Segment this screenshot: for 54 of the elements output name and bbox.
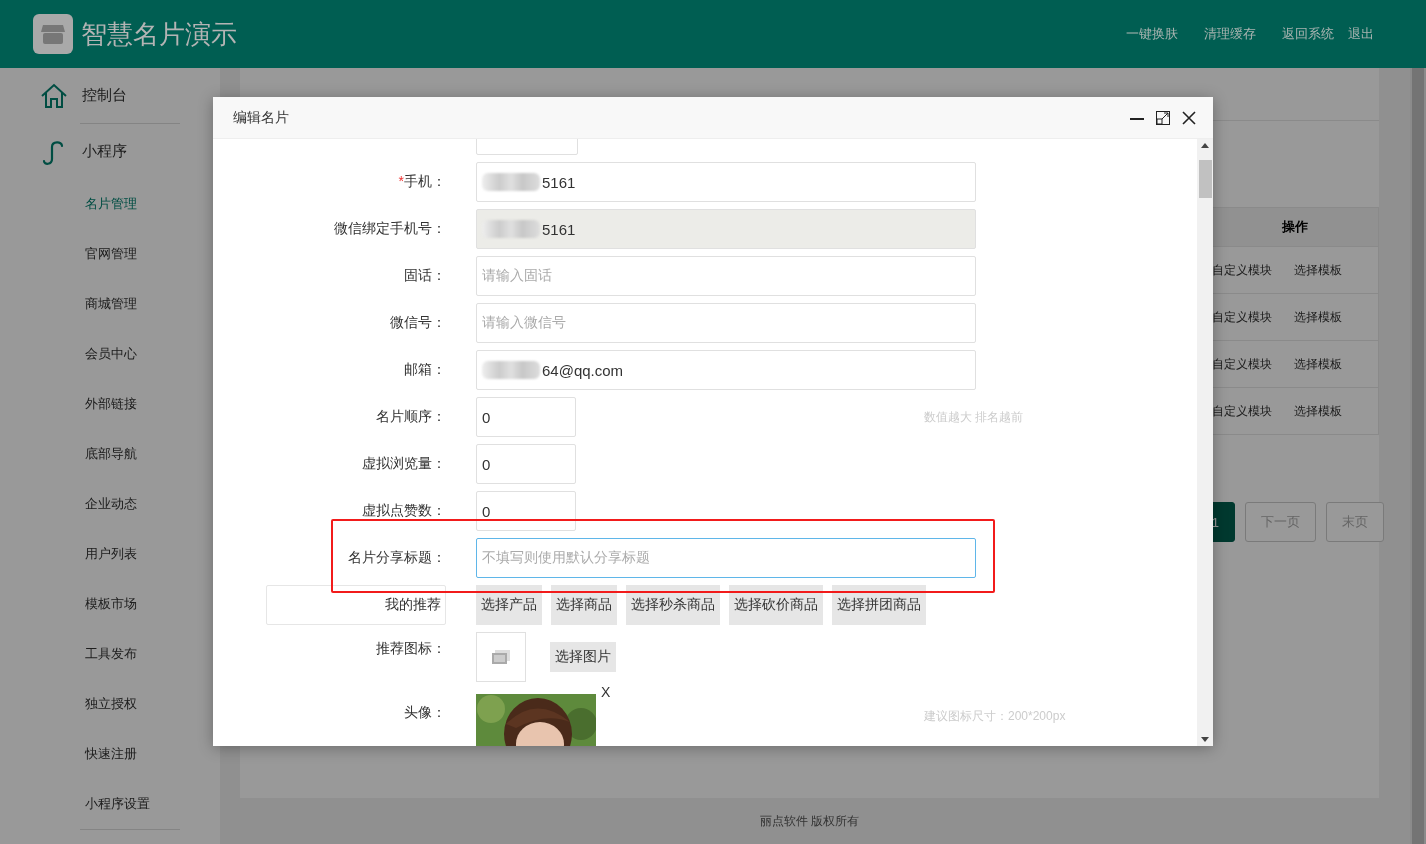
header-link[interactable]: 返回系统 [1282, 25, 1334, 43]
field-label: 虚拟浏览量： [361, 455, 446, 473]
close-icon[interactable] [1181, 109, 1197, 126]
scroll-down-icon[interactable] [1201, 737, 1209, 742]
field-label: 固话： [403, 267, 446, 285]
sidebar-group[interactable]: 控制台 [82, 86, 127, 105]
logo-icon [33, 14, 73, 54]
select-button[interactable]: 选择产品 [476, 585, 542, 625]
dialog-title: 编辑名片 [233, 108, 289, 127]
header-link[interactable]: 退出 [1348, 25, 1374, 43]
action-link[interactable]: 自定义模块 [1212, 308, 1272, 326]
app-title: 智慧名片演示 [81, 17, 237, 51]
field-label: 微信号： [389, 314, 446, 332]
select-button[interactable]: 选择拼团商品 [832, 585, 926, 625]
action-link[interactable]: 选择模板 [1294, 355, 1342, 373]
action-link[interactable]: 自定义模块 [1212, 402, 1272, 420]
required-mark: * [398, 173, 404, 189]
input-field[interactable]: 0 [476, 397, 576, 437]
select-button[interactable]: 选择商品 [551, 585, 617, 625]
input-field[interactable]: 64@qq.com [476, 350, 976, 390]
input-field[interactable]: 0 [476, 491, 576, 531]
select-button[interactable]: 选择砍价商品 [729, 585, 823, 625]
field-label: 我的推荐 [266, 585, 446, 625]
dialog-scrollbar[interactable] [1197, 139, 1213, 746]
field-label: 虚拟点赞数： [361, 502, 446, 520]
column-header: 操作 [1281, 218, 1309, 236]
image-icon [492, 650, 510, 664]
scroll-thumb[interactable] [1198, 160, 1212, 198]
image-upload[interactable] [476, 632, 526, 682]
header-link[interactable]: 一键换肤 [1126, 25, 1178, 43]
home-icon [40, 82, 68, 109]
copyright-text: 丽点软件 版权所有 [759, 812, 860, 830]
action-link[interactable]: 选择模板 [1294, 402, 1342, 420]
maximize-icon[interactable] [1155, 109, 1171, 126]
input-field[interactable]: 5161 [476, 162, 976, 202]
input-field[interactable]: 0 [476, 444, 576, 484]
remove-link[interactable]: X [601, 683, 611, 700]
action-link[interactable]: 自定义模块 [1212, 261, 1272, 279]
select-button[interactable]: 选择秒杀商品 [626, 585, 720, 625]
field-label: 推荐图标： [375, 640, 446, 658]
scroll-up-icon[interactable] [1201, 143, 1209, 148]
sidebar-item[interactable]: 小程序设置 [0, 779, 220, 829]
field-label: 名片顺序： [375, 408, 446, 426]
field-label: 微信绑定手机号： [333, 220, 446, 238]
field-label: 头像： [403, 703, 446, 722]
action-link[interactable]: 选择模板 [1294, 308, 1342, 326]
sidebar-group[interactable]: 小程序 [82, 142, 127, 161]
field-label: *手机： [397, 173, 446, 191]
select-image-button[interactable]: 选择图片 [550, 642, 616, 672]
field-label: 邮箱： [403, 361, 446, 379]
header-link[interactable]: 清理缓存 [1204, 25, 1256, 43]
field-label: 名片分享标题： [347, 549, 446, 567]
action-link[interactable]: 自定义模块 [1212, 355, 1272, 373]
action-link[interactable]: 选择模板 [1294, 261, 1342, 279]
